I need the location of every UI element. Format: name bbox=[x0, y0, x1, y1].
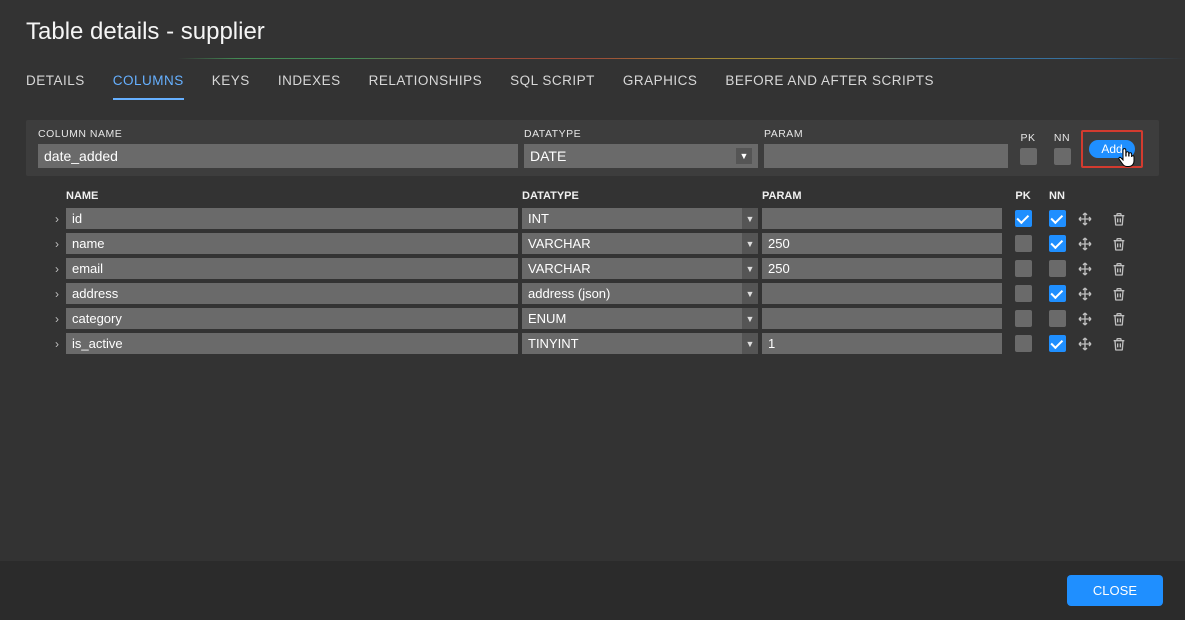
column-name-cell[interactable]: address bbox=[66, 283, 518, 304]
move-icon[interactable] bbox=[1074, 283, 1096, 305]
column-nn-checkbox[interactable] bbox=[1049, 285, 1066, 302]
column-pk-checkbox[interactable] bbox=[1015, 210, 1032, 227]
column-pk-checkbox[interactable] bbox=[1015, 235, 1032, 252]
new-col-datatype-select[interactable]: DATE ▼ bbox=[524, 144, 758, 168]
chevron-down-icon: ▼ bbox=[742, 333, 758, 354]
chevron-down-icon: ▼ bbox=[742, 283, 758, 304]
column-datatype-select[interactable]: ENUM▼ bbox=[522, 308, 758, 329]
tab-before-and-after-scripts[interactable]: BEFORE AND AFTER SCRIPTS bbox=[725, 73, 934, 100]
chevron-down-icon: ▼ bbox=[742, 233, 758, 254]
column-name-cell[interactable]: name bbox=[66, 233, 518, 254]
new-col-param-input[interactable] bbox=[764, 144, 1008, 168]
column-nn-checkbox[interactable] bbox=[1049, 335, 1066, 352]
new-col-datatype-value: DATE bbox=[530, 148, 566, 164]
column-param-cell[interactable] bbox=[762, 208, 1002, 229]
close-button[interactable]: CLOSE bbox=[1067, 575, 1163, 606]
column-param-cell[interactable]: 250 bbox=[762, 233, 1002, 254]
new-col-nn-checkbox[interactable] bbox=[1054, 148, 1071, 165]
tab-indexes[interactable]: INDEXES bbox=[278, 73, 341, 100]
column-pk-checkbox[interactable] bbox=[1015, 285, 1032, 302]
column-param-cell[interactable]: 250 bbox=[762, 258, 1002, 279]
column-param-cell[interactable]: 1 bbox=[762, 333, 1002, 354]
col-header-name: NAME bbox=[66, 190, 522, 202]
column-name-cell[interactable]: is_active bbox=[66, 333, 518, 354]
column-name-cell[interactable]: id bbox=[66, 208, 518, 229]
new-col-datatype-header: DATATYPE bbox=[524, 128, 758, 140]
chevron-down-icon: ▼ bbox=[742, 258, 758, 279]
column-pk-checkbox[interactable] bbox=[1015, 310, 1032, 327]
add-button-highlight: Add bbox=[1081, 130, 1142, 168]
column-name-cell[interactable]: email bbox=[66, 258, 518, 279]
column-nn-checkbox[interactable] bbox=[1049, 310, 1066, 327]
table-row: ›emailVARCHAR▼250 bbox=[48, 256, 1159, 281]
column-pk-checkbox[interactable] bbox=[1015, 335, 1032, 352]
column-nn-checkbox[interactable] bbox=[1049, 235, 1066, 252]
col-header-datatype: DATATYPE bbox=[522, 190, 762, 202]
column-param-cell[interactable] bbox=[762, 283, 1002, 304]
table-row: ›categoryENUM▼ bbox=[48, 306, 1159, 331]
trash-icon[interactable] bbox=[1108, 333, 1130, 355]
new-col-name-input[interactable] bbox=[38, 144, 518, 168]
new-column-row: COLUMN NAME DATATYPE DATE ▼ PARAM PK NN bbox=[26, 120, 1159, 176]
trash-icon[interactable] bbox=[1108, 208, 1130, 230]
column-nn-checkbox[interactable] bbox=[1049, 210, 1066, 227]
trash-icon[interactable] bbox=[1108, 258, 1130, 280]
column-name-cell[interactable]: category bbox=[66, 308, 518, 329]
column-datatype-select[interactable]: VARCHAR▼ bbox=[522, 233, 758, 254]
trash-icon[interactable] bbox=[1108, 308, 1130, 330]
expand-row-icon[interactable]: › bbox=[48, 312, 66, 326]
table-row: ›addressaddress (json)▼ bbox=[48, 281, 1159, 306]
chevron-down-icon: ▼ bbox=[742, 208, 758, 229]
tabs-bar: DETAILS COLUMNS KEYS INDEXES RELATIONSHIPS SQ… bbox=[0, 59, 1185, 100]
move-icon[interactable] bbox=[1074, 208, 1096, 230]
tab-relationships[interactable]: RELATIONSHIPS bbox=[369, 73, 483, 100]
new-col-pk-header: PK bbox=[1020, 132, 1035, 144]
tab-columns[interactable]: COLUMNS bbox=[113, 73, 184, 100]
trash-icon[interactable] bbox=[1108, 233, 1130, 255]
move-icon[interactable] bbox=[1074, 308, 1096, 330]
expand-row-icon[interactable]: › bbox=[48, 337, 66, 351]
new-col-param-header: PARAM bbox=[764, 128, 1008, 140]
move-icon[interactable] bbox=[1074, 258, 1096, 280]
expand-row-icon[interactable]: › bbox=[48, 212, 66, 226]
expand-row-icon[interactable]: › bbox=[48, 237, 66, 251]
column-pk-checkbox[interactable] bbox=[1015, 260, 1032, 277]
col-header-pk: PK bbox=[1006, 190, 1040, 202]
dialog-title: Table details - supplier bbox=[0, 0, 1185, 58]
col-header-nn: NN bbox=[1040, 190, 1074, 202]
columns-table: NAME DATATYPE PARAM PK NN ›idINT▼›nameVA… bbox=[26, 190, 1159, 356]
chevron-down-icon: ▼ bbox=[736, 148, 752, 164]
table-details-dialog: Table details - supplier DETAILS COLUMNS K… bbox=[0, 0, 1185, 620]
move-icon[interactable] bbox=[1074, 333, 1096, 355]
new-col-name-header: COLUMN NAME bbox=[38, 128, 518, 140]
accent-line bbox=[0, 58, 1185, 59]
tab-details[interactable]: DETAILS bbox=[26, 73, 85, 100]
expand-row-icon[interactable]: › bbox=[48, 287, 66, 301]
move-icon[interactable] bbox=[1074, 233, 1096, 255]
new-col-nn-header: NN bbox=[1054, 132, 1070, 144]
column-datatype-select[interactable]: address (json)▼ bbox=[522, 283, 758, 304]
col-header-param: PARAM bbox=[762, 190, 1006, 202]
columns-table-header: NAME DATATYPE PARAM PK NN bbox=[48, 190, 1159, 206]
dialog-footer: CLOSE bbox=[0, 561, 1185, 620]
expand-row-icon[interactable]: › bbox=[48, 262, 66, 276]
trash-icon[interactable] bbox=[1108, 283, 1130, 305]
new-col-pk-checkbox[interactable] bbox=[1020, 148, 1037, 165]
chevron-down-icon: ▼ bbox=[742, 308, 758, 329]
column-param-cell[interactable] bbox=[762, 308, 1002, 329]
content-area: COLUMN NAME DATATYPE DATE ▼ PARAM PK NN bbox=[0, 100, 1185, 561]
table-row: ›nameVARCHAR▼250 bbox=[48, 231, 1159, 256]
column-datatype-select[interactable]: INT▼ bbox=[522, 208, 758, 229]
column-datatype-select[interactable]: TINYINT▼ bbox=[522, 333, 758, 354]
column-datatype-select[interactable]: VARCHAR▼ bbox=[522, 258, 758, 279]
add-column-button[interactable]: Add bbox=[1089, 140, 1134, 158]
table-row: ›idINT▼ bbox=[48, 206, 1159, 231]
tab-keys[interactable]: KEYS bbox=[212, 73, 250, 100]
column-nn-checkbox[interactable] bbox=[1049, 260, 1066, 277]
tab-sql-script[interactable]: SQL SCRIPT bbox=[510, 73, 595, 100]
tab-graphics[interactable]: GRAPHICS bbox=[623, 73, 698, 100]
table-row: ›is_activeTINYINT▼1 bbox=[48, 331, 1159, 356]
